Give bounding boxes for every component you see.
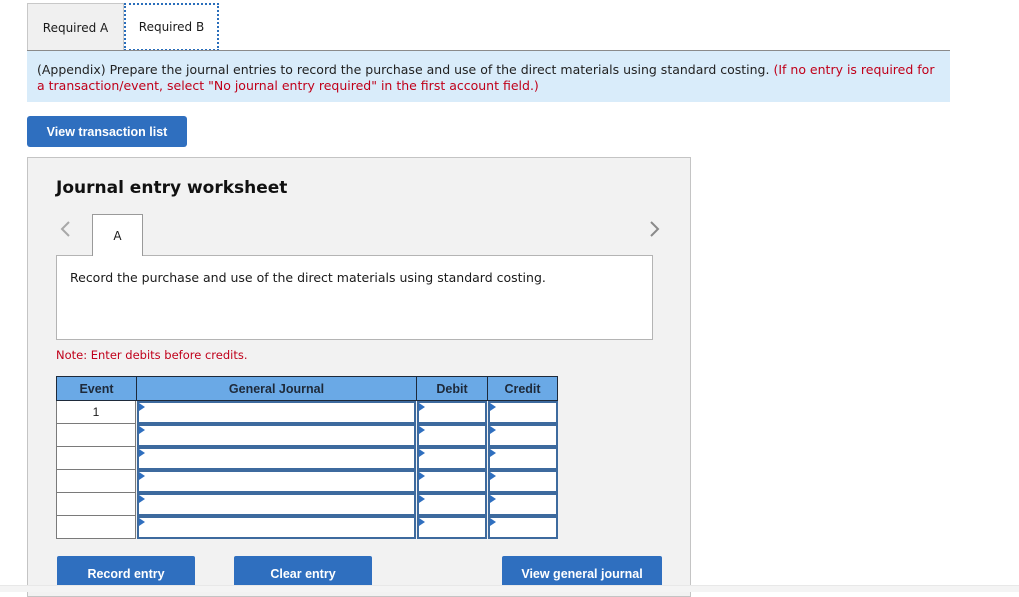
debit-input[interactable] — [417, 447, 487, 470]
column-header-general-journal: General Journal — [136, 376, 416, 401]
account-input[interactable] — [137, 447, 416, 470]
event-cell — [56, 447, 136, 470]
entry-description-text: Record the purchase and use of the direc… — [70, 270, 546, 285]
table-row — [56, 493, 558, 516]
table-row: 1 — [56, 401, 558, 424]
debit-input[interactable] — [417, 401, 487, 424]
account-input[interactable] — [137, 470, 416, 493]
dropdown-marker-icon — [490, 403, 496, 411]
dropdown-marker-icon — [139, 495, 145, 503]
debit-input[interactable] — [417, 516, 487, 539]
column-header-credit: Credit — [487, 376, 558, 401]
event-cell — [56, 470, 136, 493]
dropdown-marker-icon — [139, 426, 145, 434]
dropdown-marker-icon — [419, 449, 425, 457]
column-header-debit: Debit — [416, 376, 487, 401]
debit-input[interactable] — [417, 424, 487, 447]
dropdown-marker-icon — [139, 403, 145, 411]
requirement-tabs: Required A Required B — [27, 3, 219, 51]
account-input[interactable] — [137, 424, 416, 447]
page-bottom-edge — [0, 585, 1019, 592]
journal-table-body: 1 — [56, 401, 558, 539]
journal-table-header: Event General Journal Debit Credit — [56, 376, 558, 401]
dropdown-marker-icon — [490, 495, 496, 503]
dropdown-marker-icon — [139, 472, 145, 480]
event-cell — [56, 516, 136, 539]
dropdown-marker-icon — [419, 426, 425, 434]
debit-input[interactable] — [417, 493, 487, 516]
table-row — [56, 470, 558, 493]
chevron-left-icon[interactable] — [58, 218, 74, 240]
instructions-text: (Appendix) Prepare the journal entries t… — [37, 62, 770, 77]
dropdown-marker-icon — [139, 449, 145, 457]
credit-input[interactable] — [488, 447, 558, 470]
dropdown-marker-icon — [419, 495, 425, 503]
entry-tab-a[interactable]: A — [92, 214, 143, 256]
table-row — [56, 516, 558, 539]
dropdown-marker-icon — [490, 449, 496, 457]
credit-input[interactable] — [488, 470, 558, 493]
journal-table: Event General Journal Debit Credit 1 — [56, 376, 558, 539]
entry-description: Record the purchase and use of the direc… — [56, 255, 653, 340]
credit-input[interactable] — [488, 516, 558, 539]
dropdown-marker-icon — [490, 518, 496, 526]
credit-input[interactable] — [488, 401, 558, 424]
dropdown-marker-icon — [419, 472, 425, 480]
entry-note: Note: Enter debits before credits. — [56, 348, 248, 362]
debit-input[interactable] — [417, 470, 487, 493]
table-row — [56, 424, 558, 447]
chevron-right-icon[interactable] — [646, 218, 662, 240]
tab-required-a[interactable]: Required A — [27, 3, 124, 51]
dropdown-marker-icon — [419, 403, 425, 411]
column-header-event: Event — [56, 376, 136, 401]
dropdown-marker-icon — [490, 472, 496, 480]
dropdown-marker-icon — [139, 518, 145, 526]
table-row — [56, 447, 558, 470]
credit-input[interactable] — [488, 424, 558, 447]
event-cell — [56, 424, 136, 447]
tab-required-b[interactable]: Required B — [124, 3, 219, 51]
journal-entry-worksheet: Journal entry worksheet A Record the pur… — [27, 157, 691, 597]
event-cell — [56, 493, 136, 516]
account-input[interactable] — [137, 516, 416, 539]
instructions-banner: (Appendix) Prepare the journal entries t… — [27, 51, 950, 102]
dropdown-marker-icon — [419, 518, 425, 526]
worksheet-title: Journal entry worksheet — [56, 178, 288, 198]
credit-input[interactable] — [488, 493, 558, 516]
dropdown-marker-icon — [490, 426, 496, 434]
account-input[interactable] — [137, 401, 416, 424]
event-cell: 1 — [56, 401, 136, 424]
account-input[interactable] — [137, 493, 416, 516]
view-transaction-list-button[interactable]: View transaction list — [27, 116, 187, 147]
